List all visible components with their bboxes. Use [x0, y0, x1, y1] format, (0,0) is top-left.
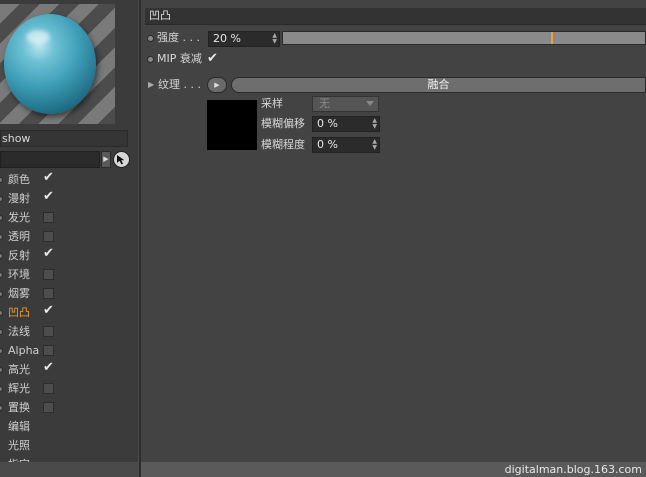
chevron-down-icon: [366, 101, 374, 106]
mip-anim-dot[interactable]: [147, 56, 154, 63]
texture-button[interactable]: 融合: [231, 77, 646, 93]
checkmark-icon[interactable]: ✔: [43, 171, 54, 185]
panel-title-bar: 凹凸: [145, 8, 646, 25]
channel-label: 透明: [8, 230, 30, 243]
pointer-icon[interactable]: [113, 151, 130, 168]
blur-offset-value: 0 %: [317, 117, 338, 130]
mip-checkbox[interactable]: ✔: [207, 52, 219, 65]
sidebar-bottom-bar: [0, 462, 138, 477]
channel-sidebar: show ▶ 颜色 ✔ 漫射 ✔ 发光透明反射 ✔ 环境烟雾凹凸 ✔ 法线 Alpha 高光 ✔ 辉光置…: [0, 0, 138, 477]
channel-checkbox[interactable]: [43, 402, 54, 413]
channel-item[interactable]: 颜色 ✔: [0, 171, 138, 190]
channel-item[interactable]: 辉光: [0, 380, 138, 399]
channel-item[interactable]: 发光: [0, 209, 138, 228]
channel-item[interactable]: Alpha: [0, 342, 138, 361]
channel-item[interactable]: 法线: [0, 323, 138, 342]
channel-checkbox[interactable]: [43, 383, 54, 394]
channel-checkbox[interactable]: [43, 212, 54, 223]
material-preview[interactable]: [0, 4, 115, 124]
channel-item[interactable]: 漫射 ✔: [0, 190, 138, 209]
strength-spin-icon[interactable]: ▲ ▼: [272, 33, 277, 45]
channel-label: Alpha: [8, 344, 40, 357]
channel-label: 置换: [8, 401, 30, 414]
channel-dot-icon: [0, 177, 3, 183]
material-name-field[interactable]: [0, 151, 100, 168]
channel-item[interactable]: 光照: [0, 437, 138, 456]
sampling-value: 无: [319, 97, 330, 110]
blur-degree-field[interactable]: 0 % ▲ ▼: [312, 137, 380, 153]
channel-item[interactable]: 高光 ✔: [0, 361, 138, 380]
channel-label: 反射: [8, 249, 30, 262]
channel-item[interactable]: 烟雾: [0, 285, 138, 304]
channel-checkbox[interactable]: [43, 231, 54, 242]
blur-degree-value: 0 %: [317, 138, 338, 151]
channel-dot-icon: [0, 234, 3, 240]
channel-dot-icon: [0, 310, 3, 316]
texture-expand-icon[interactable]: ▶: [148, 78, 154, 92]
sampling-select[interactable]: 无: [312, 96, 379, 112]
channel-item[interactable]: 环境: [0, 266, 138, 285]
expand-arrow-icon[interactable]: ▶: [101, 151, 111, 168]
material-name[interactable]: show: [0, 130, 128, 147]
channel-item[interactable]: 置换: [0, 399, 138, 418]
strength-value: 20 %: [213, 32, 241, 45]
mip-label: MIP 衰减: [157, 52, 202, 65]
channel-dot-icon: [0, 386, 3, 392]
strength-slider-handle[interactable]: [551, 32, 553, 44]
blur-degree-spin-icon[interactable]: ▲ ▼: [372, 139, 377, 151]
sphere-highlight: [26, 30, 50, 44]
panel-title: 凹凸: [149, 9, 171, 22]
channel-dot-icon: [0, 367, 3, 373]
channel-item[interactable]: 反射 ✔: [0, 247, 138, 266]
channel-label: 高光: [8, 363, 30, 376]
channel-checkbox[interactable]: [43, 288, 54, 299]
watermark: digitalman.blog.163.com: [504, 463, 642, 476]
blur-offset-spin-icon[interactable]: ▲ ▼: [372, 118, 377, 130]
channel-checkbox[interactable]: [43, 345, 54, 356]
channel-item[interactable]: 编辑: [0, 418, 138, 437]
texture-preview[interactable]: [207, 100, 257, 150]
checkmark-icon[interactable]: ✔: [43, 247, 54, 261]
channel-item[interactable]: 凹凸 ✔: [0, 304, 138, 323]
channel-label: 凹凸: [8, 306, 30, 319]
strength-anim-dot[interactable]: [147, 35, 154, 42]
texture-label: 纹理 . . .: [158, 78, 201, 91]
checkmark-icon[interactable]: ✔: [43, 361, 54, 375]
channel-label: 烟雾: [8, 287, 30, 300]
blur-offset-label: 模糊偏移: [261, 117, 305, 130]
channel-dot-icon: [0, 329, 3, 335]
channel-dot-icon: [0, 405, 3, 411]
channel-label: 颜色: [8, 173, 30, 186]
channel-label: 辉光: [8, 382, 30, 395]
channel-label: 环境: [8, 268, 30, 281]
channel-label: 发光: [8, 211, 30, 224]
channel-label: 漫射: [8, 192, 30, 205]
strength-slider[interactable]: [282, 31, 646, 45]
channel-dot-icon: [0, 253, 3, 259]
blur-offset-field[interactable]: 0 % ▲ ▼: [312, 116, 380, 132]
material-sphere: [4, 14, 96, 114]
channel-label: 光照: [8, 439, 30, 452]
blur-degree-label: 模糊程度: [261, 138, 305, 151]
checkmark-icon[interactable]: ✔: [43, 190, 54, 204]
channel-dot-icon: [0, 196, 3, 202]
channel-dot-icon: [0, 215, 3, 221]
channel-dot-icon: [0, 291, 3, 297]
channel-dot-icon: [0, 348, 3, 354]
channel-dot-icon: [0, 272, 3, 278]
channel-settings-panel: 凹凸 强度 . . . 20 % ▲ ▼ MIP 衰减 ✔ ▶ 纹理 . . . …: [141, 0, 646, 477]
channel-label: 编辑: [8, 420, 30, 433]
channel-label: 法线: [8, 325, 30, 338]
footer-bar: digitalman.blog.163.com: [141, 462, 646, 477]
strength-label: 强度 . . .: [157, 31, 200, 44]
texture-menu-arrow-icon[interactable]: ▶: [207, 77, 227, 93]
strength-field[interactable]: 20 % ▲ ▼: [208, 31, 280, 47]
channel-checkbox[interactable]: [43, 326, 54, 337]
channel-checkbox[interactable]: [43, 269, 54, 280]
channel-item[interactable]: 透明: [0, 228, 138, 247]
checkmark-icon[interactable]: ✔: [43, 304, 54, 318]
sampling-label: 采样: [261, 97, 283, 110]
